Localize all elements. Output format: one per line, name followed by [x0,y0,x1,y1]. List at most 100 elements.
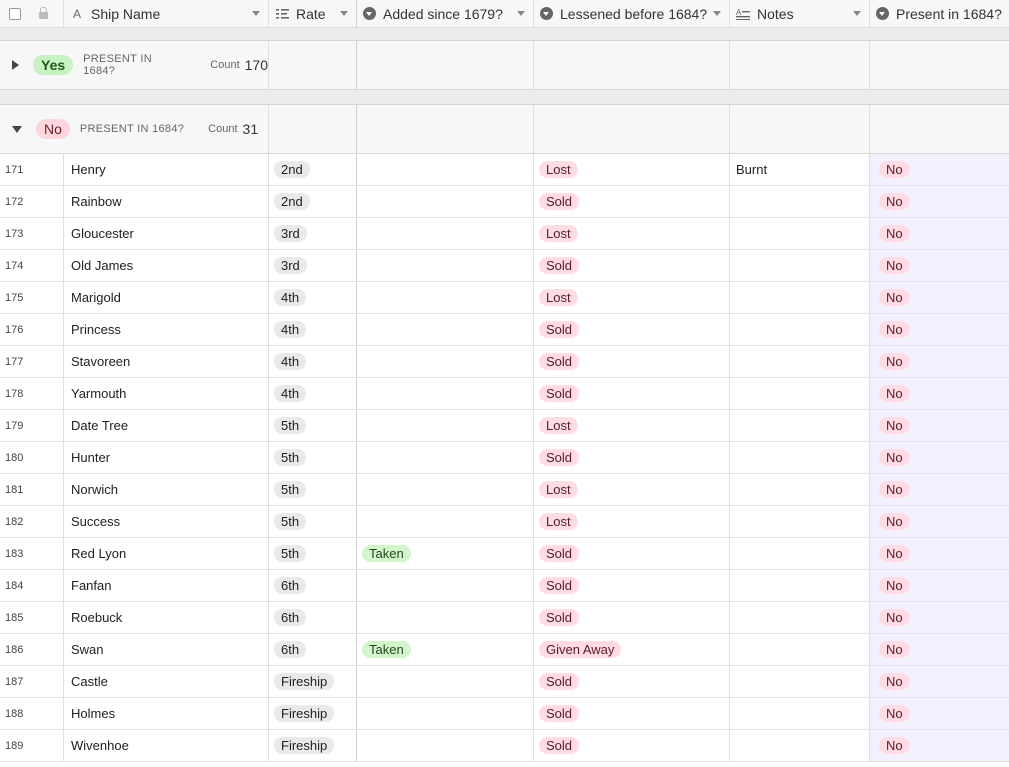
notes-cell[interactable] [730,410,870,441]
added-since-cell[interactable] [357,474,534,505]
present-in-cell[interactable]: No [870,602,1009,633]
added-since-cell[interactable] [357,346,534,377]
ship-name-cell[interactable]: Old James [64,250,269,281]
table-row[interactable]: 184 Fanfan 6th Sold No [0,570,1009,602]
ship-name-cell[interactable]: Roebuck [64,602,269,633]
rate-cell[interactable]: 6th [269,602,357,633]
column-header-rate[interactable]: Rate [269,0,357,27]
present-in-cell[interactable]: No [870,442,1009,473]
lessened-before-cell[interactable]: Lost [534,282,730,313]
table-row[interactable]: 175 Marigold 4th Lost No [0,282,1009,314]
column-header-added-since[interactable]: Added since 1679? [357,0,534,27]
table-row[interactable]: 173 Gloucester 3rd Lost No [0,218,1009,250]
ship-name-cell[interactable]: Fanfan [64,570,269,601]
table-row[interactable]: 179 Date Tree 5th Lost No [0,410,1009,442]
lessened-before-cell[interactable]: Sold [534,378,730,409]
lessened-before-cell[interactable]: Sold [534,314,730,345]
notes-cell[interactable] [730,698,870,729]
ship-name-cell[interactable]: Success [64,506,269,537]
notes-cell[interactable] [730,666,870,697]
rate-cell[interactable]: 2nd [269,154,357,185]
lessened-before-cell[interactable]: Sold [534,442,730,473]
lessened-before-cell[interactable]: Sold [534,538,730,569]
added-since-cell[interactable] [357,698,534,729]
rate-cell[interactable]: 5th [269,474,357,505]
table-row[interactable]: 187 Castle Fireship Sold No [0,666,1009,698]
select-all-checkbox[interactable] [9,7,21,20]
rate-cell[interactable]: 2nd [269,186,357,217]
added-since-cell[interactable] [357,730,534,761]
lessened-before-cell[interactable]: Sold [534,346,730,377]
rate-cell[interactable]: 3rd [269,218,357,249]
table-row[interactable]: 172 Rainbow 2nd Sold No [0,186,1009,218]
added-since-cell[interactable] [357,570,534,601]
lessened-before-cell[interactable]: Lost [534,474,730,505]
group-header-no[interactable]: No PRESENT IN 1684? Count 31 [0,105,1009,154]
present-in-cell[interactable]: No [870,282,1009,313]
group-header-yes[interactable]: Yes PRESENT IN 1684? Count 170 [0,41,1009,90]
ship-name-cell[interactable]: Castle [64,666,269,697]
table-row[interactable]: 174 Old James 3rd Sold No [0,250,1009,282]
notes-cell[interactable] [730,314,870,345]
expand-arrow-icon[interactable] [12,60,19,70]
notes-cell[interactable] [730,442,870,473]
present-in-cell[interactable]: No [870,570,1009,601]
table-row[interactable]: 183 Red Lyon 5th Taken Sold No [0,538,1009,570]
rate-cell[interactable]: 3rd [269,250,357,281]
present-in-cell[interactable]: No [870,474,1009,505]
rate-cell[interactable]: Fireship [269,730,357,761]
chevron-down-icon[interactable] [713,11,721,16]
rate-cell[interactable]: 4th [269,282,357,313]
notes-cell[interactable] [730,378,870,409]
ship-name-cell[interactable]: Gloucester [64,218,269,249]
lessened-before-cell[interactable]: Sold [534,666,730,697]
added-since-cell[interactable] [357,442,534,473]
added-since-cell[interactable] [357,250,534,281]
notes-cell[interactable] [730,602,870,633]
ship-name-cell[interactable]: Marigold [64,282,269,313]
added-since-cell[interactable] [357,506,534,537]
notes-cell[interactable] [730,346,870,377]
added-since-cell[interactable] [357,602,534,633]
ship-name-cell[interactable]: Swan [64,634,269,665]
notes-cell[interactable] [730,218,870,249]
table-row[interactable]: 188 Holmes Fireship Sold No [0,698,1009,730]
ship-name-cell[interactable]: Wivenhoe [64,730,269,761]
table-row[interactable]: 185 Roebuck 6th Sold No [0,602,1009,634]
ship-name-cell[interactable]: Hunter [64,442,269,473]
lessened-before-cell[interactable]: Lost [534,506,730,537]
rate-cell[interactable]: 5th [269,410,357,441]
chevron-down-icon[interactable] [340,11,348,16]
chevron-down-icon[interactable] [853,11,861,16]
present-in-cell[interactable]: No [870,698,1009,729]
added-since-cell[interactable] [357,378,534,409]
rate-cell[interactable]: 4th [269,314,357,345]
table-row[interactable]: 177 Stavoreen 4th Sold No [0,346,1009,378]
table-row[interactable]: 182 Success 5th Lost No [0,506,1009,538]
present-in-cell[interactable]: No [870,378,1009,409]
present-in-cell[interactable]: No [870,506,1009,537]
table-row[interactable]: 178 Yarmouth 4th Sold No [0,378,1009,410]
present-in-cell[interactable]: No [870,666,1009,697]
lessened-before-cell[interactable]: Sold [534,730,730,761]
column-header-notes[interactable]: A Notes [730,0,870,27]
ship-name-cell[interactable]: Rainbow [64,186,269,217]
collapse-arrow-icon[interactable] [12,125,22,133]
present-in-cell[interactable]: No [870,410,1009,441]
ship-name-cell[interactable]: Henry [64,154,269,185]
ship-name-cell[interactable]: Red Lyon [64,538,269,569]
added-since-cell[interactable] [357,666,534,697]
added-since-cell[interactable]: Taken [357,538,534,569]
ship-name-cell[interactable]: Yarmouth [64,378,269,409]
table-row[interactable]: 186 Swan 6th Taken Given Away No [0,634,1009,666]
added-since-cell[interactable] [357,314,534,345]
rate-cell[interactable]: Fireship [269,698,357,729]
rate-cell[interactable]: 5th [269,506,357,537]
present-in-cell[interactable]: No [870,730,1009,761]
ship-name-cell[interactable]: Date Tree [64,410,269,441]
table-row[interactable]: 180 Hunter 5th Sold No [0,442,1009,474]
rate-cell[interactable]: 6th [269,570,357,601]
notes-cell[interactable]: Burnt [730,154,870,185]
rate-cell[interactable]: 4th [269,346,357,377]
notes-cell[interactable] [730,186,870,217]
